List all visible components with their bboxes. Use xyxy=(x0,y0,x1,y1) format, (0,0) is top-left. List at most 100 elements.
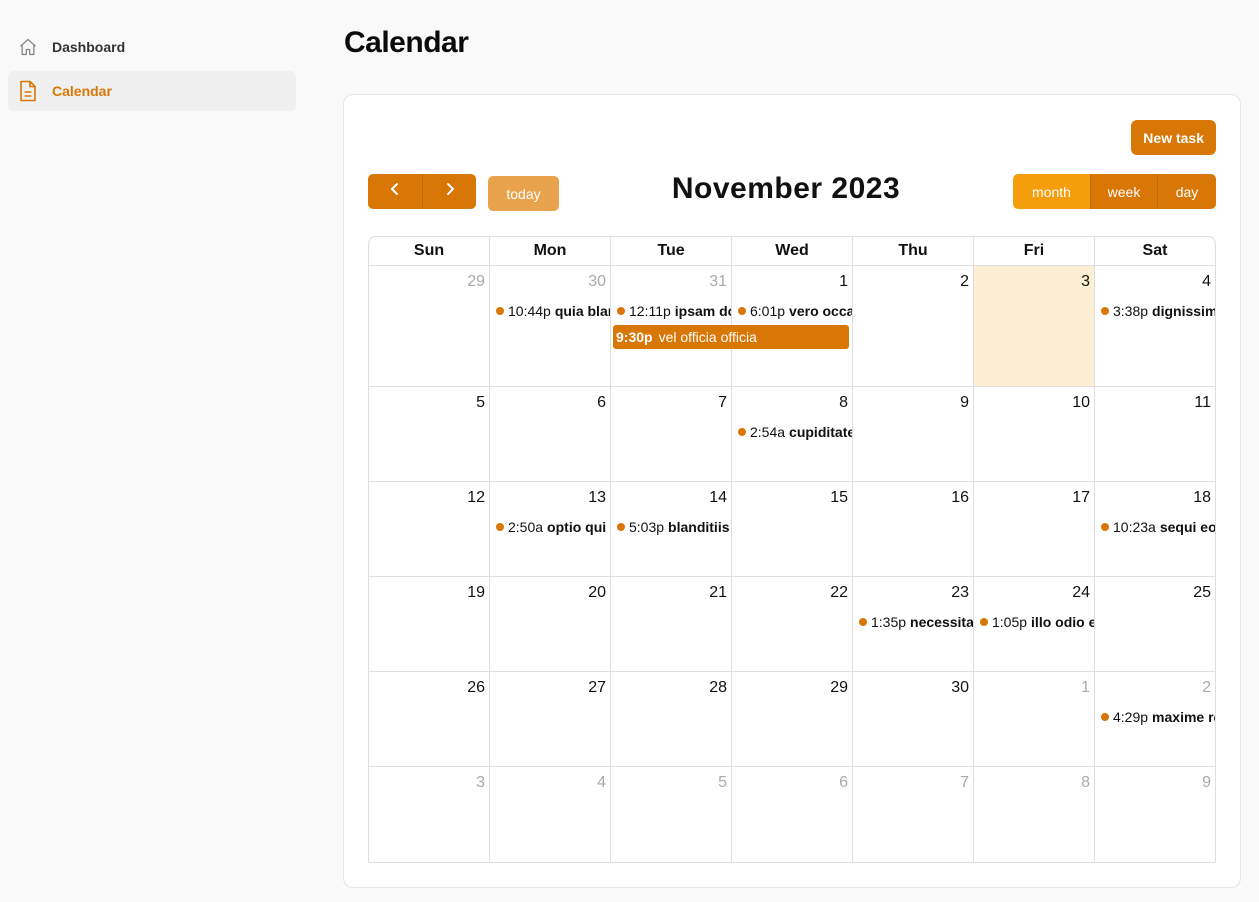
day-cell[interactable]: 29 xyxy=(369,266,489,386)
day-cell[interactable]: 11 xyxy=(1094,387,1215,481)
day-number[interactable]: 23 xyxy=(951,584,969,602)
day-cell[interactable]: 30 xyxy=(852,672,973,766)
day-cell[interactable]: 25 xyxy=(1094,577,1215,671)
event-item[interactable]: 1:35pnecessitatibus xyxy=(859,614,973,630)
day-number[interactable]: 29 xyxy=(830,679,848,697)
day-cell[interactable]: 8 2:54a cupiditate xyxy=(731,387,852,481)
day-number[interactable]: 19 xyxy=(467,584,485,602)
day-cell-today[interactable]: 3 xyxy=(973,266,1094,386)
day-number[interactable]: 6 xyxy=(839,774,848,792)
event-item[interactable]: 10:44pquia blanditiis xyxy=(496,303,610,319)
sidebar-item-calendar[interactable]: Calendar xyxy=(8,71,296,111)
day-number[interactable]: 30 xyxy=(951,679,969,697)
day-number[interactable]: 13 xyxy=(588,489,606,507)
day-number[interactable]: 25 xyxy=(1193,584,1211,602)
day-number[interactable]: 14 xyxy=(709,489,727,507)
day-number[interactable]: 1 xyxy=(839,273,848,291)
event-item[interactable]: 3:38pdignissimos xyxy=(1101,303,1215,319)
multi-day-event[interactable]: 9:30p vel officia officia xyxy=(613,325,849,349)
day-number[interactable]: 8 xyxy=(1081,774,1090,792)
day-number[interactable]: 22 xyxy=(830,584,848,602)
view-month-button[interactable]: month xyxy=(1013,174,1090,209)
day-cell[interactable]: 27 xyxy=(489,672,610,766)
day-cell[interactable]: 15 xyxy=(731,482,852,576)
day-number[interactable]: 8 xyxy=(839,394,848,412)
day-cell[interactable]: 18 10:23asequi eos xyxy=(1094,482,1215,576)
day-cell[interactable]: 6 xyxy=(489,387,610,481)
day-cell[interactable]: 17 xyxy=(973,482,1094,576)
day-cell[interactable]: 10 xyxy=(973,387,1094,481)
event-item[interactable]: 1:05pillo odio et xyxy=(980,614,1094,630)
day-cell[interactable]: 9 xyxy=(852,387,973,481)
view-week-button[interactable]: week xyxy=(1090,174,1157,209)
day-cell[interactable]: 19 xyxy=(369,577,489,671)
day-number[interactable]: 1 xyxy=(1081,679,1090,697)
event-item[interactable]: 12:11pipsam dolor xyxy=(617,303,731,319)
day-number[interactable]: 15 xyxy=(830,489,848,507)
day-cell[interactable]: 23 1:35pnecessitatibus xyxy=(852,577,973,671)
day-number[interactable]: 18 xyxy=(1193,489,1211,507)
day-number[interactable]: 11 xyxy=(1194,394,1211,412)
new-task-button[interactable]: New task xyxy=(1131,120,1216,155)
day-cell[interactable]: 22 xyxy=(731,577,852,671)
day-cell[interactable]: 12 xyxy=(369,482,489,576)
event-item[interactable]: 4:29pmaxime rem xyxy=(1101,709,1215,725)
day-cell[interactable]: 7 xyxy=(610,387,731,481)
day-cell[interactable]: 14 5:03p blanditiis xyxy=(610,482,731,576)
day-number[interactable]: 7 xyxy=(960,774,969,792)
day-number[interactable]: 9 xyxy=(1202,774,1211,792)
day-cell[interactable]: 1 xyxy=(973,672,1094,766)
day-cell[interactable]: 4 xyxy=(489,767,610,862)
day-cell[interactable]: 26 xyxy=(369,672,489,766)
day-cell[interactable]: 7 xyxy=(852,767,973,862)
day-cell[interactable]: 21 xyxy=(610,577,731,671)
day-number[interactable]: 10 xyxy=(1072,394,1090,412)
day-cell[interactable]: 5 xyxy=(610,767,731,862)
event-item[interactable]: 2:50a optio qui xyxy=(496,519,606,535)
day-number[interactable]: 31 xyxy=(709,273,727,291)
day-number[interactable]: 16 xyxy=(951,489,969,507)
day-cell[interactable]: 16 xyxy=(852,482,973,576)
day-number[interactable]: 27 xyxy=(588,679,606,697)
day-number[interactable]: 5 xyxy=(718,774,727,792)
day-cell[interactable]: 6 xyxy=(731,767,852,862)
day-number[interactable]: 5 xyxy=(476,394,485,412)
day-number[interactable]: 3 xyxy=(476,774,485,792)
day-cell[interactable]: 8 xyxy=(973,767,1094,862)
day-cell[interactable]: 13 2:50a optio qui xyxy=(489,482,610,576)
day-number[interactable]: 21 xyxy=(709,584,727,602)
day-number[interactable]: 9 xyxy=(960,394,969,412)
day-number[interactable]: 26 xyxy=(467,679,485,697)
day-number[interactable]: 3 xyxy=(1081,273,1090,291)
event-item[interactable]: 2:54a cupiditate xyxy=(738,424,852,440)
day-cell[interactable]: 24 1:05pillo odio et xyxy=(973,577,1094,671)
day-cell[interactable]: 2 4:29pmaxime rem xyxy=(1094,672,1215,766)
day-number[interactable]: 17 xyxy=(1072,489,1090,507)
day-number[interactable]: 7 xyxy=(718,394,727,412)
day-number[interactable]: 29 xyxy=(467,273,485,291)
day-cell[interactable]: 4 3:38pdignissimos xyxy=(1094,266,1215,386)
day-cell[interactable]: 9 xyxy=(1094,767,1215,862)
day-number[interactable]: 4 xyxy=(597,774,606,792)
day-number[interactable]: 28 xyxy=(709,679,727,697)
event-item[interactable]: 6:01pvero occaecati xyxy=(738,303,852,319)
day-cell[interactable]: 29 xyxy=(731,672,852,766)
day-cell[interactable]: 5 xyxy=(369,387,489,481)
event-item[interactable]: 5:03p blanditiis xyxy=(617,519,730,535)
day-number[interactable]: 24 xyxy=(1072,584,1090,602)
day-number[interactable]: 30 xyxy=(588,273,606,291)
day-cell[interactable]: 3 xyxy=(369,767,489,862)
day-number[interactable]: 2 xyxy=(960,273,969,291)
day-number[interactable]: 4 xyxy=(1202,273,1211,291)
day-number[interactable]: 2 xyxy=(1202,679,1211,697)
day-number[interactable]: 20 xyxy=(588,584,606,602)
view-day-button[interactable]: day xyxy=(1157,174,1216,209)
day-cell[interactable]: 30 10:44pquia blanditiis xyxy=(489,266,610,386)
day-cell[interactable]: 20 xyxy=(489,577,610,671)
day-number[interactable]: 6 xyxy=(597,394,606,412)
event-item[interactable]: 10:23asequi eos xyxy=(1101,519,1215,535)
sidebar-item-dashboard[interactable]: Dashboard xyxy=(8,27,296,67)
day-cell[interactable]: 2 xyxy=(852,266,973,386)
day-number[interactable]: 12 xyxy=(467,489,485,507)
day-cell[interactable]: 28 xyxy=(610,672,731,766)
